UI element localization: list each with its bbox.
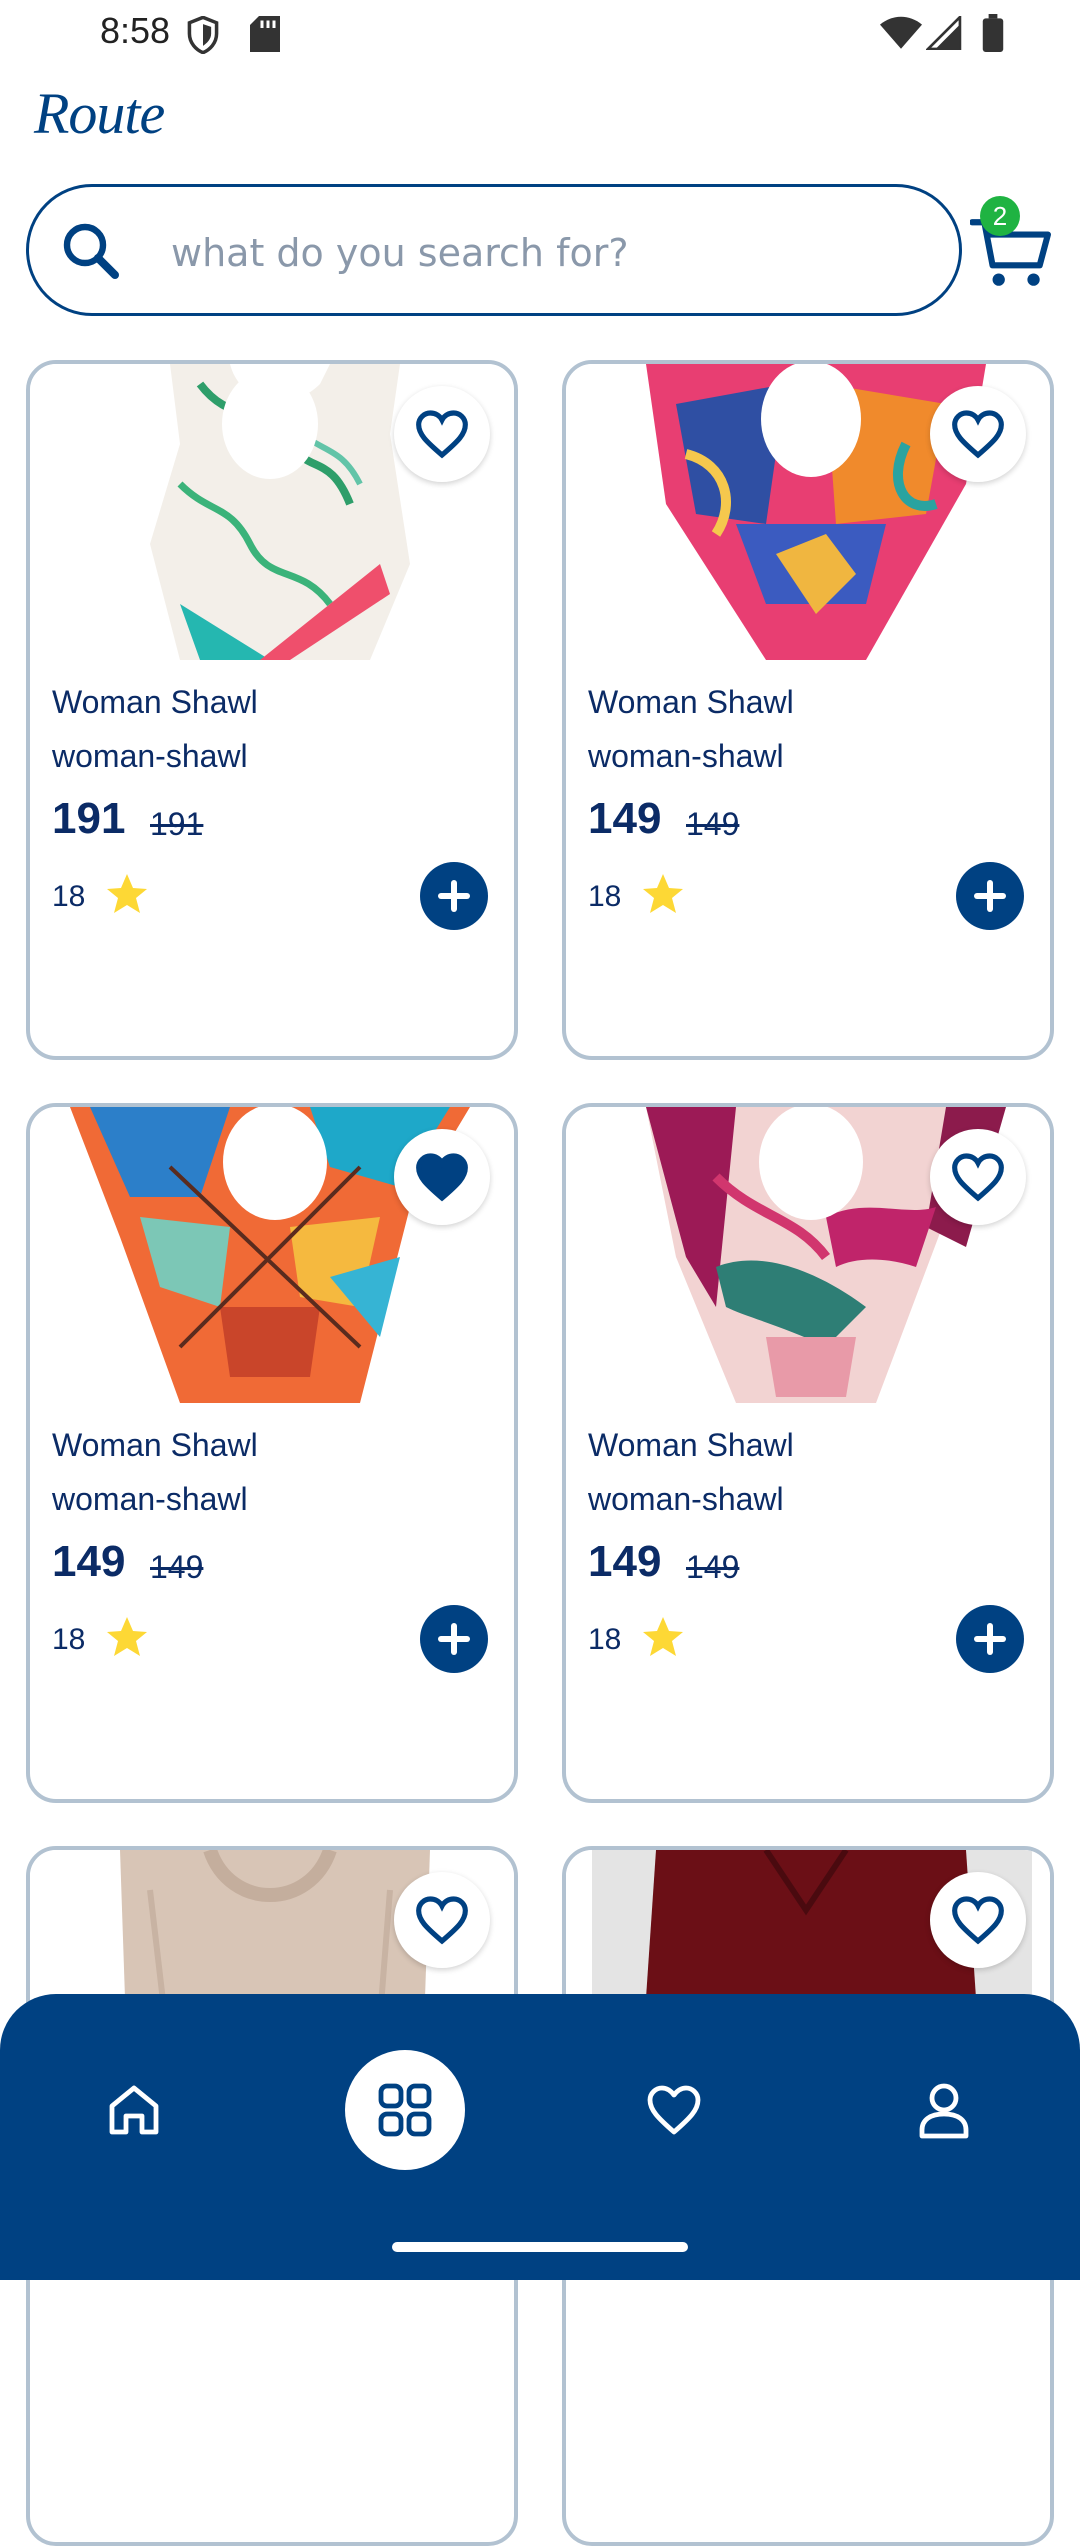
star-icon [107,1617,147,1656]
favorite-button[interactable] [394,1872,490,1968]
product-rating: 18 [588,880,622,913]
add-to-cart-button[interactable] [420,862,488,930]
heart-filled-icon [416,1153,468,1202]
star-icon [107,874,147,913]
add-to-cart-button[interactable] [420,1605,488,1673]
product-old-price: 149 [150,1549,204,1585]
product-price: 149 [588,1537,662,1586]
product-title: Woman Shawl [588,684,794,720]
product-title: Woman Shawl [588,1427,794,1463]
product-old-price: 149 [686,1549,740,1585]
product-old-price: 149 [686,806,740,842]
product-slug: woman-shawl [588,738,784,774]
heart-outline-icon [416,410,468,459]
favorite-button[interactable] [394,386,490,482]
product-slug: woman-shawl [52,1481,248,1517]
product-grid: Woman Shawl woman-shawl 191 191 18 Woman… [0,0,1080,2546]
favorite-button[interactable] [930,386,1026,482]
product-image [30,1107,514,1403]
product-price: 149 [52,1537,126,1586]
product-image [566,364,1050,660]
add-to-cart-button[interactable] [956,862,1024,930]
product-card[interactable]: Woman Shawl woman-shawl 191 191 18 [26,360,518,1060]
product-slug: woman-shawl [52,738,248,774]
product-old-price: 191 [150,806,204,842]
nav-home[interactable] [74,2050,194,2170]
product-card[interactable]: Woman Shawl woman-shawl 149 149 18 [562,360,1054,1060]
product-slug: woman-shawl [588,1481,784,1517]
heart-outline-icon [952,1896,1004,1945]
product-rating: 18 [588,1623,622,1656]
product-image [566,1107,1050,1403]
add-to-cart-button[interactable] [956,1605,1024,1673]
nav-categories[interactable] [345,2050,465,2170]
favorite-button[interactable] [930,1129,1026,1225]
star-icon [643,1617,683,1656]
home-indicator[interactable] [392,2242,688,2252]
heart-outline-icon [952,410,1004,459]
profile-icon [919,2083,969,2139]
product-title: Woman Shawl [52,1427,258,1463]
categories-icon [378,2083,432,2137]
product-card[interactable]: Woman Shawl woman-shawl 149 149 18 [26,1103,518,1803]
favorite-button[interactable] [394,1129,490,1225]
product-image [30,364,514,660]
product-rating: 18 [52,880,86,913]
heart-outline-icon [416,1896,468,1945]
home-icon [109,2085,159,2135]
product-card[interactable]: Woman Shawl woman-shawl 149 149 18 [562,1103,1054,1803]
product-title: Woman Shawl [52,684,258,720]
nav-wishlist[interactable] [614,2050,734,2170]
star-icon [643,874,683,913]
product-rating: 18 [52,1623,86,1656]
wishlist-icon [647,2085,701,2135]
favorite-button[interactable] [930,1872,1026,1968]
nav-profile[interactable] [884,2050,1004,2170]
heart-outline-icon [952,1153,1004,1202]
bottom-navigation [0,1994,1080,2280]
product-price: 191 [52,794,126,843]
product-price: 149 [588,794,662,843]
